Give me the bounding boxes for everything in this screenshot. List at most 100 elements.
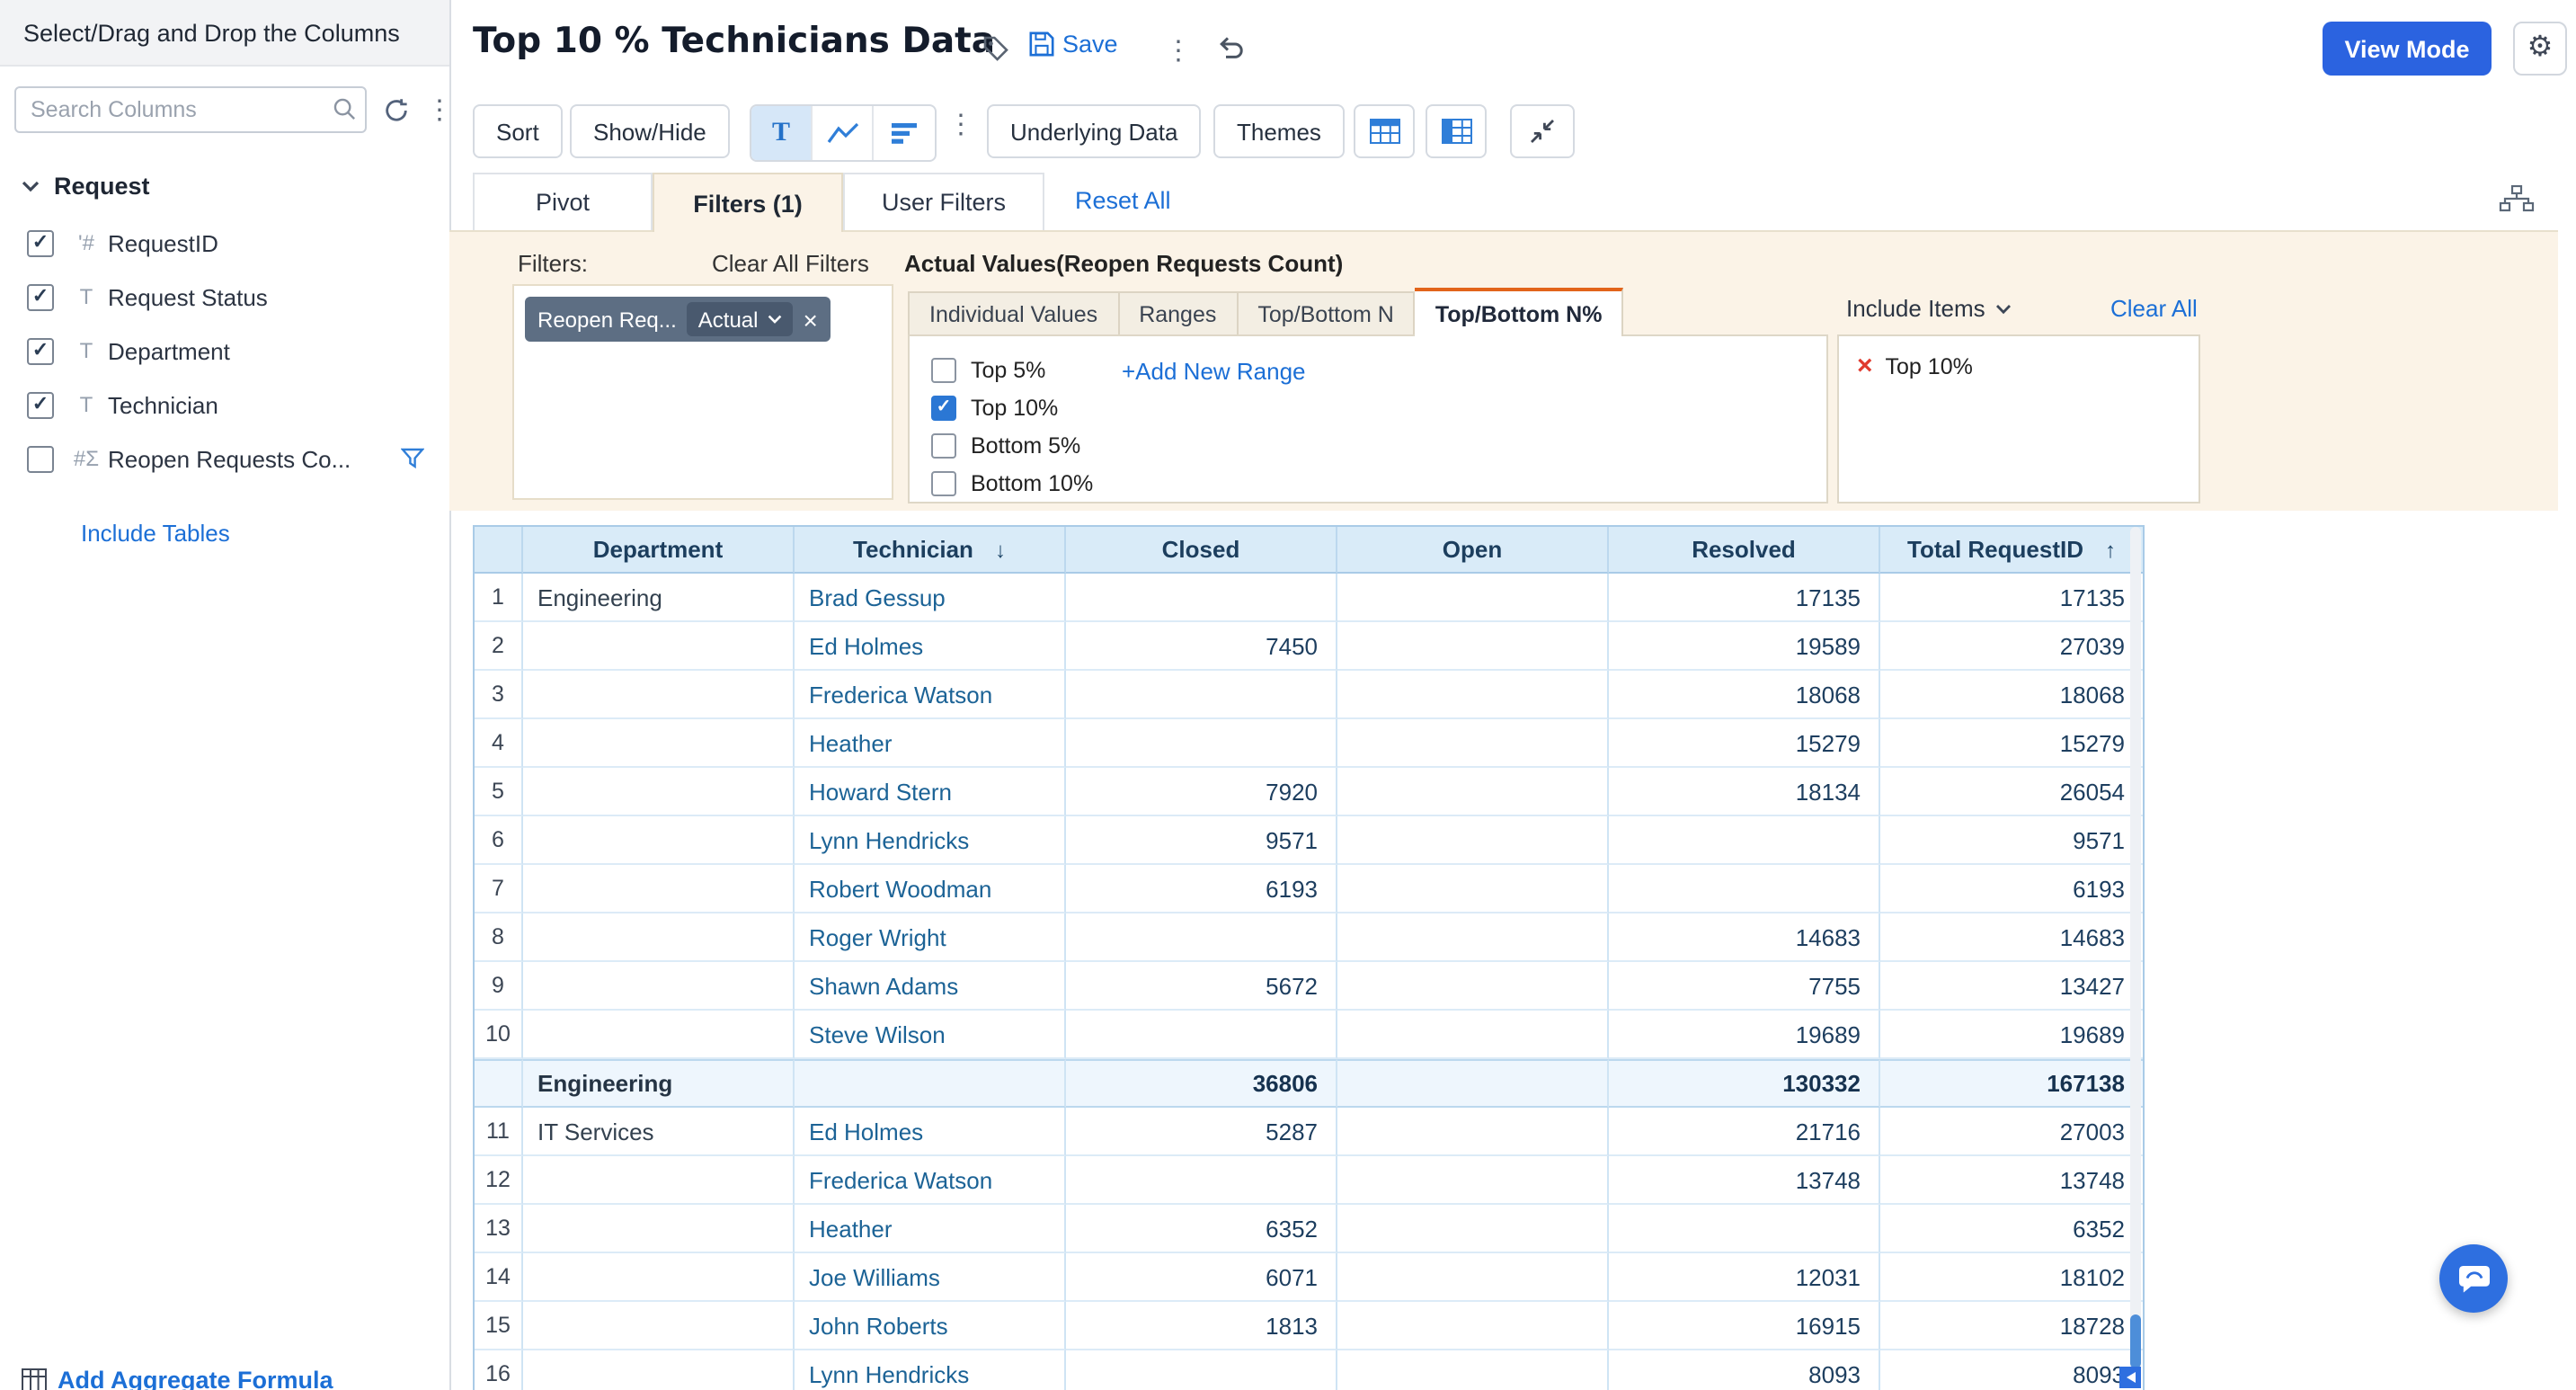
column-checkbox[interactable] — [27, 445, 54, 472]
filter-funnel-icon[interactable] — [401, 448, 424, 469]
open-cell[interactable] — [1337, 1350, 1609, 1390]
more-views-icon[interactable]: ⋮ — [947, 111, 974, 138]
technician-cell[interactable]: Brad Gessup — [795, 574, 1066, 622]
department-cell[interactable] — [523, 1156, 795, 1205]
closed-cell[interactable] — [1066, 719, 1337, 768]
resolved-cell[interactable]: 17135 — [1609, 574, 1880, 622]
include-items-dropdown[interactable]: Include Items — [1846, 295, 2012, 322]
technician-cell[interactable]: Frederica Watson — [795, 1156, 1066, 1205]
open-cell[interactable] — [1337, 719, 1609, 768]
total-cell[interactable]: 26054 — [1880, 768, 2143, 816]
resolved-cell[interactable] — [1609, 865, 1880, 913]
hierarchy-view-icon[interactable] — [2499, 185, 2535, 212]
closed-cell[interactable]: 5672 — [1066, 962, 1337, 1011]
resolved-cell[interactable]: 18068 — [1609, 671, 1880, 719]
filter-type-tab[interactable]: Top/Bottom N — [1238, 291, 1415, 336]
department-cell[interactable] — [523, 913, 795, 962]
resolved-cell[interactable]: 19589 — [1609, 622, 1880, 671]
column-checkbox[interactable] — [27, 337, 54, 364]
closed-cell[interactable]: 7920 — [1066, 768, 1337, 816]
header-closed[interactable]: Closed — [1066, 527, 1337, 574]
department-cell[interactable]: IT Services — [523, 1108, 795, 1156]
department-cell[interactable]: Engineering — [523, 574, 795, 622]
department-cell[interactable] — [523, 1205, 795, 1253]
chart-view-button[interactable] — [813, 106, 874, 160]
header-total-requestid[interactable]: Total RequestID↑ — [1880, 527, 2143, 574]
resolved-cell[interactable]: 12031 — [1609, 1253, 1880, 1302]
closed-cell[interactable] — [1066, 671, 1337, 719]
fit-view-button[interactable] — [1510, 104, 1575, 158]
header-technician[interactable]: Technician↓ — [795, 527, 1066, 574]
clear-all-filters-link[interactable]: Clear All Filters — [712, 250, 869, 277]
header-department[interactable]: Department — [523, 527, 795, 574]
resolved-cell[interactable]: 7755 — [1609, 962, 1880, 1011]
resolved-cell[interactable]: 18134 — [1609, 768, 1880, 816]
closed-cell[interactable]: 6352 — [1066, 1205, 1337, 1253]
closed-cell[interactable]: 9571 — [1066, 816, 1337, 865]
column-checkbox[interactable] — [27, 229, 54, 256]
remove-filter-icon[interactable]: × — [804, 307, 818, 332]
closed-cell[interactable]: 7450 — [1066, 622, 1337, 671]
department-cell[interactable] — [523, 1011, 795, 1059]
open-cell[interactable] — [1337, 768, 1609, 816]
resolved-cell[interactable]: 13748 — [1609, 1156, 1880, 1205]
tab-user-filters[interactable]: User Filters — [843, 173, 1044, 232]
open-cell[interactable] — [1337, 1156, 1609, 1205]
department-cell[interactable] — [523, 671, 795, 719]
scrollbar-thumb[interactable] — [2130, 1314, 2141, 1368]
open-cell[interactable] — [1337, 1205, 1609, 1253]
header-open[interactable]: Open — [1337, 527, 1609, 574]
tab-filters[interactable]: Filters (1) — [653, 173, 843, 232]
save-button[interactable]: Save — [1028, 31, 1118, 58]
open-cell[interactable] — [1337, 816, 1609, 865]
text-view-button[interactable]: T — [751, 106, 813, 160]
resolved-cell[interactable]: 14683 — [1609, 913, 1880, 962]
open-cell[interactable] — [1337, 1302, 1609, 1350]
total-cell[interactable]: 18102 — [1880, 1253, 2143, 1302]
open-cell[interactable] — [1337, 913, 1609, 962]
total-cell[interactable]: 17135 — [1880, 574, 2143, 622]
settings-button[interactable]: ⚙ — [2513, 22, 2567, 76]
resolved-cell[interactable]: 8093 — [1609, 1350, 1880, 1390]
sidebar-kebab-icon[interactable]: ⋮ — [426, 96, 453, 123]
open-cell[interactable] — [1337, 1253, 1609, 1302]
filter-option-checkbox[interactable] — [931, 357, 956, 382]
department-cell[interactable] — [523, 816, 795, 865]
column-list-item[interactable]: T Technician — [0, 378, 449, 432]
technician-cell[interactable]: Shawn Adams — [795, 962, 1066, 1011]
technician-cell[interactable]: Frederica Watson — [795, 671, 1066, 719]
filter-type-tab[interactable]: Top/Bottom N% — [1416, 288, 1624, 336]
resolved-cell[interactable]: 21716 — [1609, 1108, 1880, 1156]
technician-cell[interactable]: Roger Wright — [795, 913, 1066, 962]
column-list-item[interactable]: '# RequestID — [0, 216, 449, 270]
filter-option-checkbox[interactable] — [931, 395, 956, 420]
department-cell[interactable] — [523, 1302, 795, 1350]
sort-desc-icon[interactable]: ↓ — [995, 537, 1006, 562]
column-list-item[interactable]: T Request Status — [0, 270, 449, 324]
total-cell[interactable]: 8093 — [1880, 1350, 2143, 1390]
header-resolved[interactable]: Resolved — [1609, 527, 1880, 574]
total-cell[interactable]: 6352 — [1880, 1205, 2143, 1253]
filter-chip[interactable]: Reopen Req... Actual × — [525, 297, 831, 342]
technician-cell[interactable]: Ed Holmes — [795, 1108, 1066, 1156]
filter-option-checkbox[interactable] — [931, 432, 956, 458]
open-cell[interactable] — [1337, 1108, 1609, 1156]
closed-cell[interactable]: 6193 — [1066, 865, 1337, 913]
filter-option[interactable]: Top 10% — [931, 388, 1093, 426]
filter-mode-select[interactable]: Actual — [688, 302, 793, 336]
technician-cell[interactable]: John Roberts — [795, 1302, 1066, 1350]
technician-cell[interactable]: Lynn Hendricks — [795, 1350, 1066, 1390]
technician-cell[interactable]: Robert Woodman — [795, 865, 1066, 913]
total-cell[interactable]: 6193 — [1880, 865, 2143, 913]
filter-type-tab[interactable]: Individual Values — [908, 291, 1119, 336]
clear-all-link[interactable]: Clear All — [2110, 295, 2198, 322]
add-aggregate-formula-link[interactable]: Add Aggregate Formula — [58, 1367, 333, 1390]
filter-option[interactable]: Bottom 5% — [931, 426, 1093, 464]
technician-cell[interactable]: Howard Stern — [795, 768, 1066, 816]
open-cell[interactable] — [1337, 865, 1609, 913]
sort-asc-icon[interactable]: ↑ — [2105, 537, 2116, 562]
open-cell[interactable] — [1337, 1011, 1609, 1059]
open-cell[interactable] — [1337, 962, 1609, 1011]
search-columns-input[interactable] — [14, 86, 367, 133]
reset-all-link[interactable]: Reset All — [1075, 187, 1171, 214]
